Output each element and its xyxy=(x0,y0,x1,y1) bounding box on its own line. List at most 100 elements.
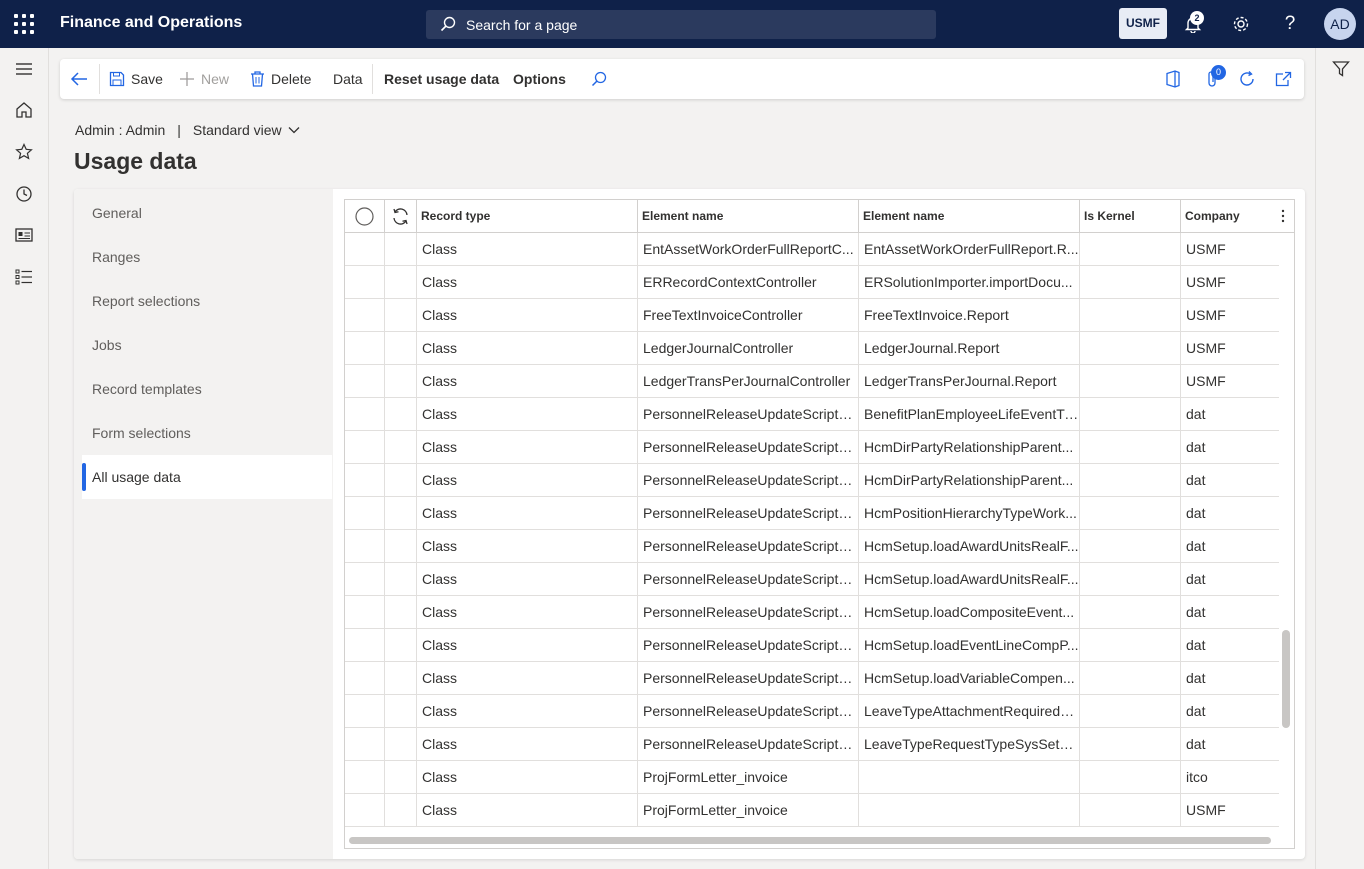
row-spacer-cell xyxy=(385,431,417,464)
cell-record-type: Class xyxy=(417,398,638,431)
help-icon[interactable]: ? xyxy=(1278,12,1302,36)
filter-icon[interactable] xyxy=(1329,57,1353,81)
table-row[interactable]: Class PersonnelReleaseUpdateScriptC... Hcm… xyxy=(345,530,1279,563)
table-row[interactable]: Class PersonnelReleaseUpdateScriptC... Hcm… xyxy=(345,497,1279,530)
table-row[interactable]: Class PersonnelReleaseUpdateScriptC... Hcm… xyxy=(345,431,1279,464)
column-header-element-name-2[interactable]: Element name xyxy=(859,200,1080,233)
save-button[interactable]: Save xyxy=(109,59,163,99)
cell-element-name-2: ERSolutionImporter.importDocu... xyxy=(859,266,1080,299)
data-menu-button[interactable]: Data xyxy=(333,59,363,99)
cell-company: USMF xyxy=(1186,307,1226,323)
horizontal-scrollbar[interactable] xyxy=(349,837,1271,844)
column-header-record-type[interactable]: Record type xyxy=(417,200,638,233)
tab-record-templates[interactable]: Record templates xyxy=(82,367,332,411)
cell-record-type: Class xyxy=(417,629,638,662)
search-input[interactable]: Search for a page xyxy=(426,10,936,39)
view-selector-label: Standard view xyxy=(192,122,282,138)
tab-jobs[interactable]: Jobs xyxy=(82,323,332,367)
refresh-column[interactable] xyxy=(385,200,417,233)
table-row[interactable]: Class PersonnelReleaseUpdateScriptC... Hcm… xyxy=(345,563,1279,596)
cell-company: dat xyxy=(1186,538,1206,554)
row-select-cell[interactable] xyxy=(345,233,385,266)
options-menu-button[interactable]: Options xyxy=(513,59,566,99)
cell-element-name: ProjFormLetter_invoice xyxy=(638,761,859,794)
action-search-button[interactable] xyxy=(591,59,607,99)
row-select-cell[interactable] xyxy=(345,596,385,629)
company-picker-button[interactable]: USMF xyxy=(1119,8,1167,39)
avatar[interactable]: AD xyxy=(1324,8,1356,40)
row-spacer-cell xyxy=(385,398,417,431)
cell-record-type: Class xyxy=(417,530,638,563)
cell-element-name-2: LeaveTypeAttachmentRequiredS... xyxy=(859,695,1080,728)
table-row[interactable]: Class PersonnelReleaseUpdateScriptC... Lea… xyxy=(345,695,1279,728)
tab-form-selections[interactable]: Form selections xyxy=(82,411,332,455)
table-row[interactable]: Class ProjFormLetter_invoice USMF xyxy=(345,794,1279,827)
table-row[interactable]: Class PersonnelReleaseUpdateScriptC... Ben… xyxy=(345,398,1279,431)
cell-record-type: Class xyxy=(417,563,638,596)
home-icon[interactable] xyxy=(12,98,36,122)
table-row[interactable]: Class PersonnelReleaseUpdateScriptC... Lea… xyxy=(345,728,1279,761)
table-row[interactable]: Class PersonnelReleaseUpdateScriptC... Hcm… xyxy=(345,464,1279,497)
open-in-new-window-icon[interactable] xyxy=(1275,59,1292,99)
row-select-cell[interactable] xyxy=(345,695,385,728)
table-row[interactable]: Class EntAssetWorkOrderFullReportC... EntA… xyxy=(345,233,1279,266)
tab-general[interactable]: General xyxy=(82,191,332,235)
table-row[interactable]: Class PersonnelReleaseUpdateScriptC... Hcm… xyxy=(345,596,1279,629)
cell-element-name: ERRecordContextController xyxy=(638,266,859,299)
new-button[interactable]: New xyxy=(179,59,229,99)
tab-ranges[interactable]: Ranges xyxy=(82,235,332,279)
column-header-element-name[interactable]: Element name xyxy=(638,200,859,233)
row-select-cell[interactable] xyxy=(345,563,385,596)
row-select-cell[interactable] xyxy=(345,761,385,794)
cell-company: itco xyxy=(1186,769,1208,785)
row-select-cell[interactable] xyxy=(345,365,385,398)
row-spacer-cell xyxy=(385,761,417,794)
row-select-cell[interactable] xyxy=(345,266,385,299)
cell-record-type: Class xyxy=(417,695,638,728)
row-select-cell[interactable] xyxy=(345,530,385,563)
gear-icon[interactable] xyxy=(1229,12,1253,36)
row-select-cell[interactable] xyxy=(345,464,385,497)
cell-is-kernel xyxy=(1080,794,1181,827)
clock-icon[interactable] xyxy=(12,182,36,206)
vertical-scrollbar[interactable] xyxy=(1282,630,1290,728)
table-row[interactable]: Class LedgerJournalController LedgerJourna… xyxy=(345,332,1279,365)
reset-usage-data-button[interactable]: Reset usage data xyxy=(384,59,499,99)
row-select-cell[interactable] xyxy=(345,662,385,695)
tab-report-selections[interactable]: Report selections xyxy=(82,279,332,323)
row-select-cell[interactable] xyxy=(345,629,385,662)
table-row[interactable]: Class ProjFormLetter_invoice itco xyxy=(345,761,1279,794)
app-launcher-icon[interactable] xyxy=(13,13,35,35)
row-select-cell[interactable] xyxy=(345,794,385,827)
hamburger-menu-icon[interactable] xyxy=(12,57,36,81)
delete-button[interactable]: Delete xyxy=(250,59,311,99)
row-select-cell[interactable] xyxy=(345,431,385,464)
cell-company: dat xyxy=(1186,571,1206,587)
workspaces-icon[interactable] xyxy=(12,223,36,247)
row-select-cell[interactable] xyxy=(345,398,385,431)
back-button[interactable] xyxy=(70,59,88,99)
action-pane: Save New Delete Data Reset usage data Op… xyxy=(60,59,1304,99)
save-label: Save xyxy=(131,71,163,87)
app-title[interactable]: Finance and Operations xyxy=(60,14,242,32)
row-select-cell[interactable] xyxy=(345,332,385,365)
row-select-cell[interactable] xyxy=(345,728,385,761)
view-selector[interactable]: Standard view xyxy=(193,122,300,138)
row-select-cell[interactable] xyxy=(345,497,385,530)
table-row[interactable]: Class PersonnelReleaseUpdateScriptC... Hcm… xyxy=(345,629,1279,662)
table-row[interactable]: Class PersonnelReleaseUpdateScriptC... Hcm… xyxy=(345,662,1279,695)
office-icon[interactable] xyxy=(1165,59,1181,99)
table-row[interactable]: Class LedgerTransPerJournalController Ledg… xyxy=(345,365,1279,398)
select-all-column[interactable] xyxy=(345,200,385,233)
table-row[interactable]: Class FreeTextInvoiceController FreeTextIn… xyxy=(345,299,1279,332)
column-header-is-kernel[interactable]: Is Kernel xyxy=(1080,200,1181,233)
cell-company: dat xyxy=(1186,604,1206,620)
table-row[interactable]: Class ERRecordContextController ERSolution… xyxy=(345,266,1279,299)
refresh-icon[interactable] xyxy=(1238,59,1256,99)
modules-list-icon[interactable] xyxy=(12,265,36,289)
cell-element-name: PersonnelReleaseUpdateScriptC... xyxy=(638,728,859,761)
row-select-cell[interactable] xyxy=(345,299,385,332)
star-icon[interactable] xyxy=(12,140,36,164)
tab-all-usage-data[interactable]: All usage data xyxy=(82,455,332,499)
more-options-icon[interactable] xyxy=(1277,206,1289,226)
